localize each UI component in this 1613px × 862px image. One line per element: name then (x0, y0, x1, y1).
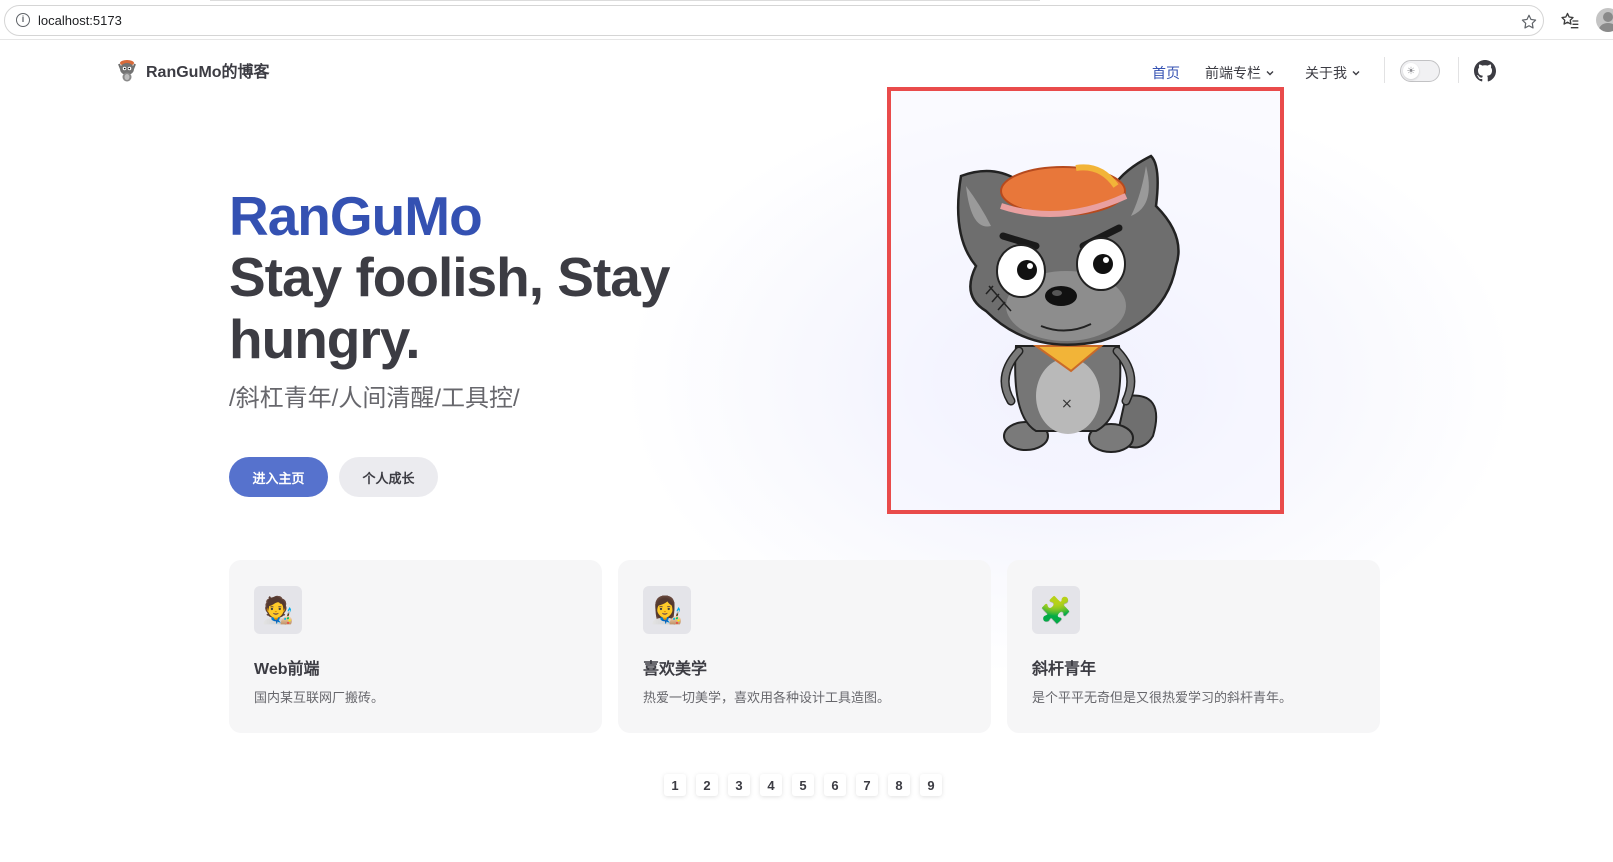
sun-icon: ☀ (1403, 63, 1419, 79)
feature-title: Web前端 (254, 661, 320, 678)
hero-image-highlight: × (887, 87, 1284, 514)
feature-title: 喜欢美学 (643, 661, 708, 678)
favorites-icon[interactable] (1560, 11, 1580, 31)
page-number[interactable]: 5 (792, 774, 814, 796)
brand-link[interactable]: RanGuMo的博客 (116, 58, 270, 82)
hero-tagline: /斜杠青年/人间清醒/工具控/ (229, 385, 520, 412)
personal-growth-button[interactable]: 个人成长 (339, 457, 438, 497)
chevron-down-icon (1352, 71, 1360, 76)
grey-wolf-image: × (956, 154, 1180, 453)
hero-name: RanGuMo (229, 185, 483, 247)
nav-divider (1458, 57, 1459, 83)
feature-desc: 是个平平无奇但是又很热爱学习的斜杆青年。 (1032, 690, 1293, 705)
feature-title: 斜杆青年 (1032, 661, 1097, 678)
tab-strip-edge (210, 0, 1040, 1)
top-nav: RanGuMo的博客 首页 前端专栏 关于我 ☀ (0, 41, 1613, 101)
hero-text: Stay foolish, Stay hungry. (229, 246, 670, 370)
puzzle-icon: 🧩 (1032, 586, 1080, 634)
page-number[interactable]: 7 (856, 774, 878, 796)
feature-card[interactable]: 👩‍🎨 喜欢美学 热爱一切美学，喜欢用各种设计工具造图。 (618, 560, 991, 733)
page-number[interactable]: 6 (824, 774, 846, 796)
feature-desc: 热爱一切美学，喜欢用各种设计工具造图。 (643, 690, 891, 705)
info-icon[interactable]: i (16, 13, 30, 27)
pagination: 1 2 3 4 5 6 7 8 9 (664, 774, 942, 796)
theme-toggle[interactable]: ☀ (1400, 60, 1440, 82)
profile-icon[interactable] (1596, 8, 1613, 32)
chevron-down-icon (1266, 71, 1274, 76)
nav-divider (1384, 57, 1385, 83)
nav-item-frontend-label: 前端专栏 (1205, 65, 1261, 81)
feature-desc: 国内某互联网厂搬砖。 (254, 690, 385, 705)
feature-card[interactable]: 🧩 斜杆青年 是个平平无奇但是又很热爱学习的斜杆青年。 (1007, 560, 1380, 733)
url-text[interactable]: localhost:5173 (38, 13, 122, 28)
page: RanGuMo的博客 首页 前端专栏 关于我 ☀ RanGuMo Stay fo… (0, 41, 1613, 862)
page-number[interactable]: 2 (696, 774, 718, 796)
page-number[interactable]: 8 (888, 774, 910, 796)
browser-toolbar: i localhost:5173 (0, 0, 1613, 40)
page-number[interactable]: 9 (920, 774, 942, 796)
svg-text:×: × (1061, 396, 1073, 412)
feature-card[interactable]: 🧑‍🎨 Web前端 国内某互联网厂搬砖。 (229, 560, 602, 733)
github-icon[interactable] (1474, 60, 1496, 82)
nav-item-about[interactable]: 关于我 (1305, 63, 1361, 83)
page-number[interactable]: 1 (664, 774, 686, 796)
wolf-logo-icon (118, 60, 136, 82)
nav-item-about-label: 关于我 (1305, 65, 1347, 81)
brand-title: RanGuMo的博客 (146, 64, 270, 81)
artist-icon: 🧑‍🎨 (254, 586, 302, 634)
address-bar[interactable]: i localhost:5173 (4, 5, 1544, 36)
enter-home-button[interactable]: 进入主页 (229, 457, 328, 497)
nav-item-frontend[interactable]: 前端专栏 (1205, 63, 1275, 83)
star-icon[interactable] (1520, 13, 1538, 31)
page-number[interactable]: 4 (760, 774, 782, 796)
page-number[interactable]: 3 (728, 774, 750, 796)
nav-item-home[interactable]: 首页 (1152, 63, 1180, 83)
woman-artist-icon: 👩‍🎨 (643, 586, 691, 634)
